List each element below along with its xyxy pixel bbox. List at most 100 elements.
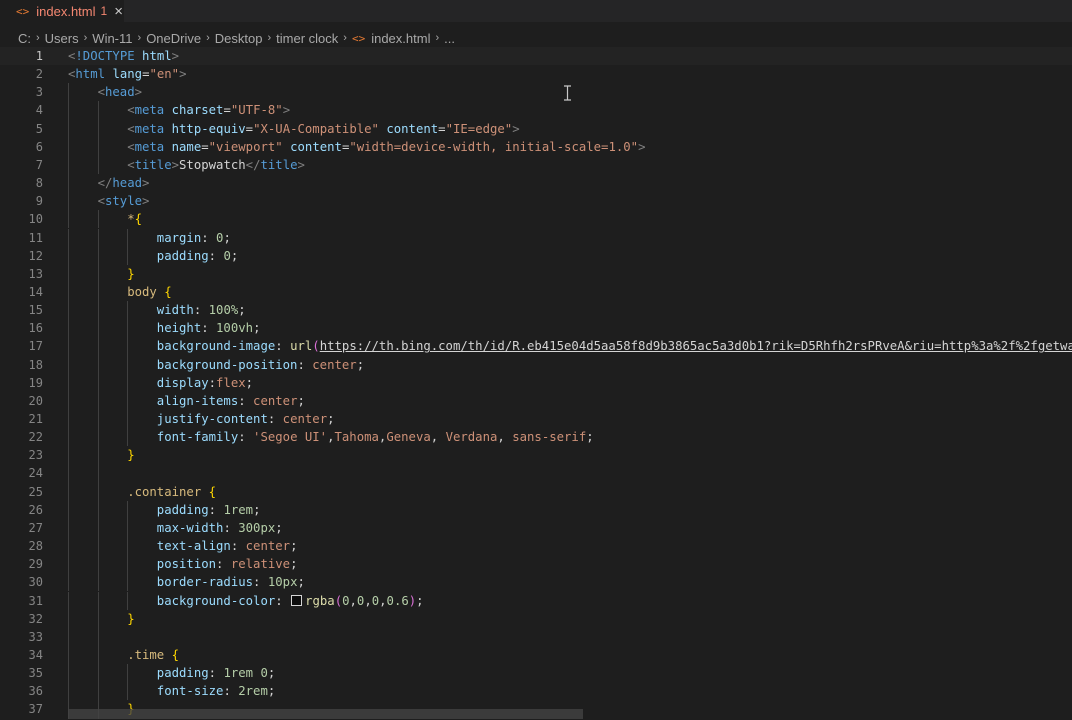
- code-token: display: [156, 375, 209, 390]
- code-line[interactable]: 33: [0, 627, 1072, 646]
- code-line[interactable]: 24: [0, 464, 1072, 483]
- chevron-right-icon: ›: [83, 32, 88, 44]
- line-number: 29: [28, 557, 43, 572]
- code-line[interactable]: 3 <head>: [0, 83, 1072, 102]
- code-token: >: [171, 49, 180, 63]
- breadcrumb-item[interactable]: timer clock: [276, 31, 338, 46]
- code-line[interactable]: 5 <meta http-equiv="X-UA-Compatible" cont…: [0, 119, 1072, 138]
- code-line[interactable]: 14 body {: [0, 282, 1072, 302]
- indent-guide: [68, 301, 69, 320]
- indent-guide: [68, 246, 69, 265]
- code-line[interactable]: 2 <html lang="en">: [0, 65, 1072, 83]
- indent-guide: [127, 228, 129, 247]
- code-line[interactable]: 4 <meta charset="UTF-8">: [0, 101, 1072, 120]
- code-line[interactable]: 34 .time {: [0, 645, 1072, 665]
- code-token: height: [156, 321, 202, 336]
- code-line[interactable]: 22 font-family: 'Segoe UI',Tahoma,Geneva,…: [0, 428, 1072, 447]
- code-line[interactable]: 9 <style>: [0, 192, 1072, 211]
- chevron-right-icon: ›: [435, 32, 440, 44]
- code-line[interactable]: 6 <meta name="viewport" content="width=de…: [0, 137, 1072, 156]
- code-token: .container: [127, 484, 202, 499]
- code-token: :: [223, 684, 239, 699]
- code-token: center: [253, 393, 298, 408]
- indent-guide: [127, 682, 129, 701]
- code-line[interactable]: 28 text-align: center;: [0, 537, 1072, 556]
- code-token: {: [134, 212, 142, 227]
- code-line[interactable]: 30 border-radius: 10px;: [0, 573, 1072, 592]
- code-line[interactable]: 10 *{: [0, 210, 1072, 229]
- breadcrumb-item[interactable]: ...: [444, 31, 455, 46]
- code-line[interactable]: 1 <!DOCTYPE html>: [0, 47, 1072, 65]
- code-line[interactable]: 23}: [0, 446, 1072, 465]
- code-text: *{: [127, 210, 142, 228]
- code-line[interactable]: 32}: [0, 609, 1072, 628]
- code-token: ;: [586, 430, 594, 445]
- code-text: <meta name="viewport" content="width=dev…: [127, 138, 645, 156]
- code-token: font-family: [156, 430, 239, 445]
- indent-guide: [97, 228, 99, 247]
- color-swatch[interactable]: [291, 594, 303, 606]
- code-token: :: [297, 357, 313, 372]
- indent-guide: [68, 446, 69, 465]
- code-line[interactable]: 12 padding: 0;: [0, 246, 1072, 265]
- code-token: Geneva: [386, 430, 431, 445]
- code-text: <head>: [98, 83, 142, 101]
- code-editor[interactable]: 1 <!DOCTYPE html> 2 <html lang="en"> 3 <head>…: [0, 47, 1072, 720]
- code-token: :: [223, 520, 239, 535]
- code-token: body: [127, 284, 157, 299]
- code-token: background-position: [156, 357, 298, 372]
- indent-guide: [97, 682, 99, 701]
- html-file-icon: <>: [16, 4, 30, 18]
- breadcrumb-item[interactable]: C:: [18, 31, 31, 46]
- code-line[interactable]: 11 margin: 0;: [0, 228, 1072, 247]
- code-line[interactable]: 27 max-width: 300px;: [0, 518, 1072, 538]
- indent-guide: [97, 482, 99, 501]
- breadcrumb-item[interactable]: Users: [45, 31, 79, 46]
- chevron-right-icon: ›: [343, 32, 347, 44]
- code-line[interactable]: 29 position: relative;: [0, 555, 1072, 574]
- code-line[interactable]: 31 background-color: rgba(0,0,0,0.6);: [0, 591, 1072, 610]
- code-line[interactable]: 18 background-position: center;: [0, 355, 1072, 374]
- code-token: "en": [149, 67, 180, 82]
- indent-guide: [127, 301, 129, 320]
- line-number: 18: [28, 357, 43, 372]
- code-line[interactable]: 7 <title>Stopwatch</title>: [0, 155, 1072, 175]
- indent-guide: [127, 500, 129, 519]
- line-number: 35: [28, 666, 43, 681]
- code-text: background-image: url(https://th.bing.co…: [157, 337, 1072, 355]
- breadcrumb-item[interactable]: OneDrive: [146, 31, 201, 46]
- code-token: ,: [364, 593, 372, 608]
- code-line[interactable]: 19 display:flex;: [0, 373, 1072, 392]
- code-line[interactable]: 16 height: 100vh;: [0, 319, 1072, 338]
- code-line[interactable]: 20 align-items: center;: [0, 391, 1072, 410]
- tab-bar: <> index.html 1 ×: [0, 0, 1072, 22]
- code-token: ;: [327, 412, 335, 426]
- code-line[interactable]: 15 width: 100%;: [0, 301, 1072, 320]
- code-token: 1rem: [223, 502, 254, 517]
- close-icon[interactable]: ×: [114, 4, 123, 19]
- breadcrumb-item[interactable]: index.html: [371, 31, 430, 46]
- indent-guide: [97, 464, 99, 483]
- code-text: .time {: [127, 646, 179, 664]
- code-line[interactable]: 21 justify-content: center;: [0, 410, 1072, 429]
- breadcrumb-item[interactable]: Desktop: [215, 31, 263, 46]
- breadcrumb-item[interactable]: Win-11: [92, 31, 132, 46]
- code-token: 'Segoe UI': [253, 430, 328, 445]
- code-line[interactable]: 36 font-size: 2rem;: [0, 682, 1072, 701]
- code-line[interactable]: 8 </head>: [0, 174, 1072, 193]
- code-line[interactable]: 35 padding: 1rem 0;: [0, 664, 1072, 683]
- code-line[interactable]: 17 background-image: url(https://th.bing.…: [0, 337, 1072, 356]
- tab-index-html[interactable]: <> index.html 1 ×: [0, 0, 124, 22]
- code-line[interactable]: 26 padding: 1rem;: [0, 500, 1072, 519]
- indent-guide: [97, 246, 99, 265]
- code-token: padding: [156, 248, 209, 263]
- code-token: :: [238, 393, 254, 408]
- code-text: height: 100vh;: [157, 319, 261, 337]
- line-number: 28: [28, 539, 43, 554]
- code-token: content: [386, 121, 439, 136]
- horizontal-scrollbar[interactable]: [68, 709, 583, 719]
- code-token: "IE=edge": [445, 121, 513, 136]
- code-line[interactable]: 25 .container {: [0, 482, 1072, 501]
- code-line[interactable]: 13}: [0, 264, 1072, 283]
